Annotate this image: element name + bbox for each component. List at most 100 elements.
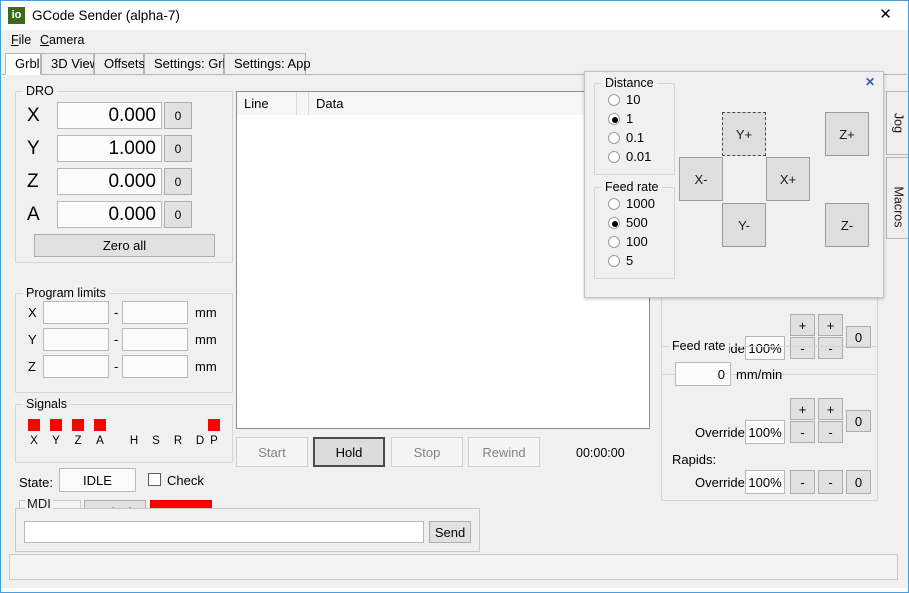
app-icon: io (8, 7, 25, 24)
dro-zero-y-button[interactable]: 0 (164, 135, 192, 162)
check-mode-checkbox[interactable] (148, 473, 161, 486)
feedrate-override-label: Override (695, 425, 745, 440)
rapids-label: Rapids: (672, 452, 716, 467)
menu-camera-rest: amera (49, 33, 84, 47)
signal-led-r (172, 419, 184, 431)
jog-x-minus-button[interactable]: X- (679, 157, 723, 201)
feedrate-unit-label: mm/min (736, 367, 782, 382)
rapids-override-reset-button[interactable]: 0 (846, 470, 871, 494)
menu-item-file[interactable]: File (9, 33, 33, 47)
limits-max-y[interactable] (122, 328, 188, 351)
limits-min-y[interactable] (43, 328, 109, 351)
gcode-column-marker[interactable] (297, 92, 309, 115)
signal-led-a (94, 419, 106, 431)
side-tab-macros[interactable]: Macros (886, 157, 909, 239)
signals-group: Signals X Y Z A H S R D P (15, 404, 233, 463)
jog-feedrate-title: Feed rate (602, 180, 662, 194)
state-value: IDLE (59, 468, 136, 492)
limits-axis-label-y: Y (28, 332, 37, 347)
jog-distance-label-0-01: 0.01 (626, 149, 651, 164)
jog-feedrate-group: Feed rate 1000 500 100 5 (594, 187, 675, 279)
feedrate-group: Feed rate 0 mm/min Override 100% + - + -… (661, 346, 878, 501)
mdi-send-button[interactable]: Send (429, 521, 471, 543)
spindle-override-reset-button[interactable]: 0 (846, 326, 871, 348)
jog-popup-close-icon[interactable]: ✕ (863, 75, 877, 89)
feedrate-value[interactable]: 0 (675, 362, 731, 386)
jog-feedrate-label-5: 5 (626, 253, 633, 268)
tab-grbl[interactable]: Grbl (5, 53, 41, 75)
dro-zero-z-button[interactable]: 0 (164, 168, 192, 195)
limits-separator-z: - (114, 359, 118, 374)
jog-y-minus-button[interactable]: Y- (722, 203, 766, 247)
rapids-override-value[interactable]: 100% (745, 470, 785, 494)
stop-button[interactable]: Stop (391, 437, 463, 467)
jog-y-plus-button[interactable]: Y+ (722, 112, 766, 156)
limits-min-x[interactable] (43, 301, 109, 324)
jog-z-minus-button[interactable]: Z- (825, 203, 869, 247)
rewind-button[interactable]: Rewind (468, 437, 540, 467)
mdi-input[interactable] (24, 521, 424, 543)
tab-offsets[interactable]: Offsets (94, 53, 144, 75)
dro-value-z[interactable]: 0.000 (57, 168, 162, 195)
check-mode-label: Check (167, 473, 204, 488)
radio-icon-distance-0-1 (608, 132, 620, 144)
jog-distance-group: Distance 10 1 0.1 0.01 (594, 83, 675, 175)
radio-icon-distance-1 (608, 113, 620, 125)
limits-max-z[interactable] (122, 355, 188, 378)
rapids-override-minus-fine-button[interactable]: - (818, 470, 843, 494)
feedrate-override-minus-fine-button[interactable]: - (818, 421, 843, 443)
radio-icon-feedrate-100 (608, 236, 620, 248)
radio-icon-feedrate-1000 (608, 198, 620, 210)
tab-settings-grbl[interactable]: Settings: Grbl (144, 53, 224, 75)
dro-zero-a-button[interactable]: 0 (164, 201, 192, 228)
close-icon[interactable]: ✕ (863, 1, 908, 29)
menu-file-mnemonic: F (11, 33, 19, 47)
limits-max-x[interactable] (122, 301, 188, 324)
jog-x-plus-button[interactable]: X+ (766, 157, 810, 201)
application-window: io GCode Sender (alpha-7) ✕ File Camera … (0, 0, 909, 593)
zero-all-button[interactable]: Zero all (34, 234, 215, 257)
feedrate-override-reset-button[interactable]: 0 (846, 410, 871, 432)
menu-file-rest: ile (19, 33, 32, 47)
state-label: State: (19, 475, 53, 490)
feedrate-override-plus-coarse-button[interactable]: + (790, 398, 815, 420)
signal-led-h (128, 419, 140, 431)
signal-label-h: H (128, 435, 140, 447)
signal-label-a: A (94, 435, 106, 447)
spindle-override-plus-coarse-button[interactable]: + (790, 314, 815, 336)
start-button[interactable]: Start (236, 437, 308, 467)
spindle-override-plus-fine-button[interactable]: + (818, 314, 843, 336)
limits-unit-z: mm (195, 359, 217, 374)
limits-min-z[interactable] (43, 355, 109, 378)
feedrate-override-value[interactable]: 100% (745, 420, 785, 444)
dro-value-y[interactable]: 1.000 (57, 135, 162, 162)
program-limits-title: Program limits (23, 286, 109, 300)
jog-z-plus-button[interactable]: Z+ (825, 112, 869, 156)
dro-value-a[interactable]: 0.000 (57, 201, 162, 228)
dro-zero-x-button[interactable]: 0 (164, 102, 192, 129)
gcode-column-line[interactable]: Line (237, 92, 297, 115)
tab-settings-app[interactable]: Settings: App (224, 53, 306, 75)
signal-label-p: P (208, 435, 220, 447)
side-tab-jog[interactable]: Jog (886, 91, 909, 155)
radio-icon-feedrate-500 (608, 217, 620, 229)
status-bar (9, 554, 898, 580)
signal-label-z: Z (72, 435, 84, 447)
jog-popup-panel: ✕ Distance 10 1 0.1 0.01 Feed rate (584, 71, 884, 298)
mdi-tab-label[interactable]: MDI (25, 496, 53, 511)
hold-button[interactable]: Hold (313, 437, 385, 467)
rapids-override-minus-coarse-button[interactable]: - (790, 470, 815, 494)
dro-group-title: DRO (23, 84, 57, 98)
feedrate-override-plus-fine-button[interactable]: + (818, 398, 843, 420)
jog-feedrate-label-1000: 1000 (626, 196, 655, 211)
signal-led-s (150, 419, 162, 431)
mdi-panel: MDI Send (15, 508, 480, 552)
window-title: GCode Sender (alpha-7) (32, 7, 180, 24)
tab-3d-view[interactable]: 3D View (41, 53, 94, 75)
menu-item-camera[interactable]: Camera (38, 33, 86, 47)
jog-distance-label-10: 10 (626, 92, 640, 107)
feedrate-override-minus-coarse-button[interactable]: - (790, 421, 815, 443)
dro-value-x[interactable]: 0.000 (57, 102, 162, 129)
limits-axis-label-x: X (28, 305, 37, 320)
side-tab-jog-label: Jog (892, 112, 906, 135)
